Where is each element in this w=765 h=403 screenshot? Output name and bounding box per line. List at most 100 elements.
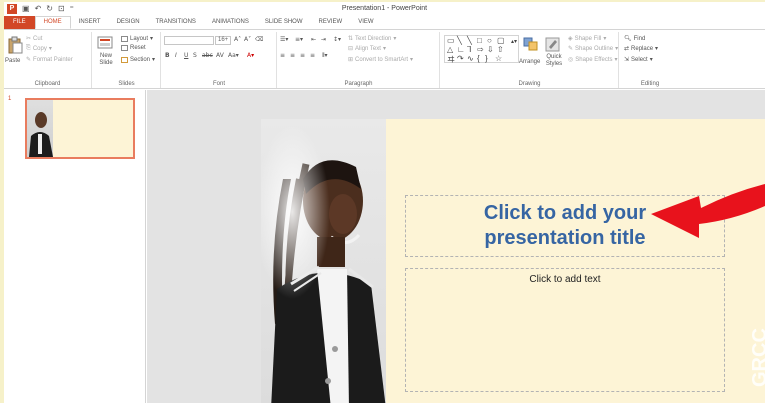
format-painter-button[interactable]: ✎ Format Painter xyxy=(26,56,73,64)
tab-review[interactable]: REVIEW xyxy=(311,16,351,29)
shape-outline-icon: ✎ xyxy=(568,46,574,52)
editing-group-label: Editing xyxy=(640,81,660,87)
tab-transitions[interactable]: TRANSITIONS xyxy=(148,16,204,29)
brace-left-shape-icon: { xyxy=(477,54,480,63)
font-name-dropdown[interactable] xyxy=(164,36,214,45)
grow-font-button[interactable]: A˄ xyxy=(234,36,241,43)
shape-fill-icon: ◈ xyxy=(568,36,573,42)
curve-shape-icon: ↷ xyxy=(457,54,464,63)
subtitle-placeholder-text: Click to add text xyxy=(529,274,601,285)
align-text-button[interactable]: ⊟ Align Text ▾ xyxy=(348,45,386,53)
shadow-button[interactable]: S xyxy=(193,52,197,59)
copy-icon: ⎘ xyxy=(26,45,31,51)
elbow-shape-icon: ⅂ xyxy=(467,45,472,54)
tab-animations[interactable]: ANIMATIONS xyxy=(204,16,257,29)
bullets-button[interactable]: ☰▾ xyxy=(280,36,288,43)
drawing-group-label: Drawing xyxy=(518,81,541,87)
align-center-button[interactable]: ≡ xyxy=(290,52,295,59)
italic-button[interactable]: I xyxy=(175,52,177,59)
quick-styles-button[interactable]: Quick Styles xyxy=(544,54,564,68)
tab-home[interactable]: HOME xyxy=(34,16,71,29)
slide-thumbnail[interactable] xyxy=(25,98,135,159)
align-text-icon: ⊟ xyxy=(348,46,354,52)
slides-group: New Slide Layout ▾ Reset Section ▾ Slides xyxy=(93,32,161,88)
tab-slide-show[interactable]: SLIDE SHOW xyxy=(257,16,311,29)
text-direction-button[interactable]: ⇅ Text Direction ▾ xyxy=(348,35,396,43)
triangle-shape-icon: △ xyxy=(447,45,454,54)
rectangle-shape-icon: □ xyxy=(477,36,482,45)
justify-button[interactable]: ≡ xyxy=(310,52,315,59)
bold-button[interactable]: B xyxy=(165,52,170,59)
red-arrow-annotation xyxy=(651,184,765,238)
grcc-watermark-text: GRCC xyxy=(749,328,765,387)
arrow-down-shape-icon: ⇩ xyxy=(487,45,494,54)
new-slide-button[interactable]: New Slide xyxy=(95,53,117,67)
reset-button[interactable]: Reset xyxy=(121,45,146,51)
quick-styles-icon[interactable] xyxy=(545,35,561,53)
cut-button[interactable]: ✂ Cut xyxy=(26,35,42,43)
elbow-shape-icon: ∟ xyxy=(457,45,465,54)
brace-shape-icon: ヰ xyxy=(447,55,455,64)
underline-button[interactable]: U xyxy=(184,52,188,59)
font-group-label: Font xyxy=(212,81,225,87)
new-slide-icon[interactable] xyxy=(97,35,113,53)
slide-photo[interactable] xyxy=(261,119,386,403)
slides-group-label: Slides xyxy=(118,81,135,87)
convert-smartart-button[interactable]: ⊞ Convert to SmartArt ▾ xyxy=(348,56,413,64)
curve-shape-icon: ∿ xyxy=(467,54,474,63)
tab-design[interactable]: DESIGN xyxy=(109,16,148,29)
increase-indent-button[interactable]: ⇥ xyxy=(321,36,326,43)
star-shape-icon: ☆ xyxy=(495,54,503,63)
oval-shape-icon: ○ xyxy=(487,36,492,45)
window-title: Presentation1 - PowerPoint xyxy=(341,5,428,12)
shape-fill-button[interactable]: ◈ Shape Fill ▾ xyxy=(568,35,606,43)
find-icon: 🔍︎ xyxy=(624,36,632,42)
cut-icon: ✂ xyxy=(26,36,32,42)
align-right-button[interactable]: ≡ xyxy=(300,52,305,59)
clipboard-group: Paste ✂ Cut ⎘ Copy ▾ ✎ Format Painter Clipbo… xyxy=(4,32,92,88)
font-size-dropdown[interactable]: 16+ xyxy=(215,36,231,45)
arrow-shape-icon: ⇧ xyxy=(497,45,504,54)
tab-insert[interactable]: INSERT xyxy=(71,16,109,29)
paste-icon[interactable] xyxy=(7,36,23,54)
ribbon-tabs: FILE HOME INSERT DESIGN TRANSITIONS ANIM… xyxy=(4,16,765,29)
person-photo xyxy=(261,119,386,403)
gallery-scroll-icon[interactable]: ▴▾ xyxy=(511,38,517,45)
find-button[interactable]: 🔍︎ Find xyxy=(624,35,645,43)
paste-button[interactable]: Paste xyxy=(5,58,20,64)
shape-outline-button[interactable]: ✎ Shape Outline ▾ xyxy=(568,45,618,53)
arrange-button[interactable]: Arrange xyxy=(519,59,540,65)
section-button[interactable]: Section ▾ xyxy=(121,56,155,63)
font-color-button[interactable]: A▾ xyxy=(247,52,254,59)
clear-formatting-icon[interactable]: ⌫ xyxy=(255,36,263,43)
slide-editor: Click to add your presentation title Cli… xyxy=(147,90,765,403)
char-spacing-button[interactable]: AV xyxy=(216,52,224,59)
powerpoint-window: P ▣ ↶ ↻ ⊡ ⁼ Presentation1 - PowerPoint F… xyxy=(4,2,765,403)
tab-file[interactable]: FILE xyxy=(4,16,35,29)
shapes-gallery[interactable]: ▭ ╲ ╲ □ ○ ▢ △ ∟ ⅂ ⇨ ⇩ ⇧ ヰ ↷ ∿ { } ☆ ▴▾ xyxy=(444,35,519,64)
align-left-button[interactable]: ≡ xyxy=(280,52,285,59)
shrink-font-button[interactable]: A˅ xyxy=(244,36,251,43)
paragraph-group-label: Paragraph xyxy=(344,81,373,87)
line-spacing-button[interactable]: ↕▾ xyxy=(333,36,341,43)
select-button[interactable]: ⇲ Select ▾ xyxy=(624,56,653,64)
drawing-group: ▭ ╲ ╲ □ ○ ▢ △ ∟ ⅂ ⇨ ⇩ ⇧ ヰ ↷ ∿ { } ☆ ▴▾ A… xyxy=(441,32,619,88)
format-painter-icon: ✎ xyxy=(26,57,32,63)
tab-view[interactable]: VIEW xyxy=(350,16,381,29)
change-case-button[interactable]: Aa▾ xyxy=(228,52,239,59)
editing-group: 🔍︎ Find ⇄ Replace ▾ ⇲ Select ▾ Editing xyxy=(620,32,680,88)
strikethrough-button[interactable]: abc xyxy=(202,52,213,59)
copy-button[interactable]: ⎘ Copy ▾ xyxy=(26,45,52,52)
arrange-icon[interactable] xyxy=(523,35,539,53)
subtitle-placeholder[interactable]: Click to add text xyxy=(405,268,725,392)
decrease-indent-button[interactable]: ⇤ xyxy=(311,36,316,43)
columns-button[interactable]: ⫴▾ xyxy=(322,52,328,60)
layout-button[interactable]: Layout ▾ xyxy=(121,35,153,42)
shape-effects-button[interactable]: ◎ Shape Effects ▾ xyxy=(568,56,618,64)
font-group: 16+ A˄ A˅ ⌫ B I U S abc AV Aa▾ A▾ Font xyxy=(162,32,277,88)
replace-button[interactable]: ⇄ Replace ▾ xyxy=(624,45,658,53)
line-shape-icon: ╲ xyxy=(457,36,462,45)
numbering-button[interactable]: ≡▾ xyxy=(295,36,303,43)
text-direction-icon: ⇅ xyxy=(348,36,354,42)
section-icon xyxy=(121,56,128,63)
